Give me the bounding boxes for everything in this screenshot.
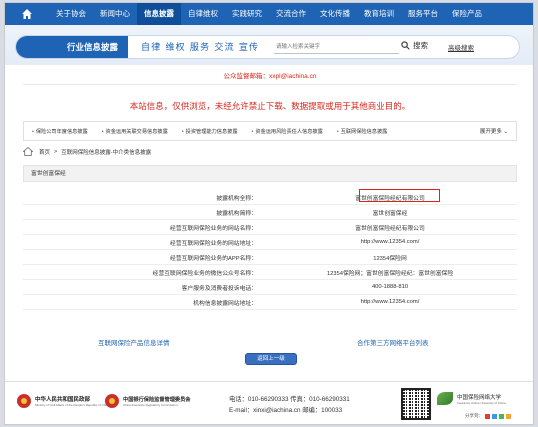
highlight-box xyxy=(359,189,440,202)
row-value: 400-1888-810 xyxy=(371,284,409,290)
expand-more-link[interactable]: 展开更多 ⌄ xyxy=(480,127,516,135)
expand-more-label: 展开更多 xyxy=(479,129,502,135)
cbirc-logo[interactable]: 中国银行保险监督管理委员会 China Insurance Regulatory… xyxy=(105,394,190,408)
org-name-en: Insurance Online University of China xyxy=(457,400,506,405)
breadcrumb-home[interactable]: 首页 xyxy=(39,148,50,156)
nav-item-disclosure[interactable]: 信息披露 xyxy=(137,3,181,25)
row-label: 经营互联网保险业务的网站地址： xyxy=(170,240,257,247)
section-title: 行业信息披露 xyxy=(16,36,128,58)
search-input[interactable] xyxy=(274,41,399,54)
wechat-icon[interactable] xyxy=(499,413,504,419)
row-label: 经营互联网保险业务的微信公众号名称： xyxy=(152,270,257,277)
more-share-icon[interactable] xyxy=(506,413,511,419)
nav-item-about[interactable]: 关于协会 xyxy=(49,3,93,25)
detail-row: 客户服务及消费者投诉电话： 400-1888-810 xyxy=(23,280,517,295)
detail-row: 披露机构简称： 富世创富保经 xyxy=(23,205,517,220)
category-link[interactable]: 资金运用风险责任人信息披露 xyxy=(238,128,322,135)
category-bar: 保险公司年度信息披露 资金运用关联交易信息披露 投资管理能力信息披露 资金运用风… xyxy=(23,121,517,141)
advanced-search-link[interactable]: 高级搜索 xyxy=(448,42,474,52)
nav-item-products[interactable]: 保险产品 xyxy=(445,3,489,25)
online-university-logo[interactable]: 中国保险网络大学 Insurance Online University of … xyxy=(437,392,506,405)
nav-item-culture[interactable]: 文化传播 xyxy=(313,3,357,25)
row-value: 富世创富保险经纪有限公司 xyxy=(355,225,425,232)
qr-code-icon xyxy=(401,388,431,420)
panel-title: 富世创富保经 xyxy=(23,165,517,182)
share-label: 分享到： xyxy=(465,413,483,418)
row-value: 12354保险网 xyxy=(373,255,407,262)
nav-item-training[interactable]: 教育培训 xyxy=(357,3,401,25)
mca-logo[interactable]: 中华人民共和国民政部 Ministry of Civil Affairs of … xyxy=(17,394,109,408)
home-button[interactable] xyxy=(5,3,49,25)
nav-item-service[interactable]: 服务平台 xyxy=(401,3,445,25)
row-value: http://www.12354.com/ xyxy=(360,239,420,245)
leaf-logo-icon xyxy=(437,392,453,405)
row-value: 12354保险网；富世创富保险经纪：富世创富保险 xyxy=(326,270,454,277)
nav-item-news[interactable]: 新闻中心 xyxy=(93,3,137,25)
row-label: 机构信息披露网站地址： xyxy=(193,300,257,307)
row-value: http://www.12354.com/ xyxy=(360,299,420,305)
nav-item-cooperation[interactable]: 交流合作 xyxy=(269,3,313,25)
national-emblem-icon xyxy=(105,394,119,408)
org-name-en: China Insurance Regulatory Commission xyxy=(123,402,178,407)
nav-item-research[interactable]: 实践研究 xyxy=(225,3,269,25)
national-emblem-icon xyxy=(17,394,31,408)
third-party-platforms-link[interactable]: 合作第三方网络平台列表 xyxy=(357,337,429,347)
detail-row: 披露机构全称： 富世创富保险经纪有限公司 xyxy=(23,190,517,205)
row-label: 经营互联网保险业务的网站名称： xyxy=(170,225,257,232)
divider xyxy=(23,84,517,85)
share-bar: 分享到： xyxy=(465,413,511,419)
back-button[interactable]: 返回上一级 xyxy=(245,353,297,365)
breadcrumb-separator: > xyxy=(54,148,58,155)
weibo-icon[interactable] xyxy=(485,413,490,419)
org-name-en: Ministry of Civil Affairs of the People'… xyxy=(35,403,110,407)
row-label: 披露机构全称： xyxy=(216,195,257,202)
detail-row: 经营互联网保险业务的微信公众号名称： 12354保险网；富世创富保险经纪：富世创富… xyxy=(23,265,517,280)
nav-item-self-regulation[interactable]: 自律维权 xyxy=(181,3,225,25)
row-value: 富世创富保经 xyxy=(372,210,408,217)
product-details-link[interactable]: 互联网保险产品信息详情 xyxy=(98,337,170,347)
header-band: 行业信息披露 自律 维权 服务 交流 宣传 搜索 高级搜索 xyxy=(5,25,533,65)
chevron-down-icon: ⌄ xyxy=(503,129,508,135)
search-icon xyxy=(401,41,410,50)
detail-row: 经营互联网保险业务的APP名称： 12354保险网 xyxy=(23,250,517,265)
breadcrumb-current[interactable]: 互联网保险信息披露-中介类信息披露 xyxy=(61,148,151,156)
category-link[interactable]: 资金运用关联交易信息披露 xyxy=(88,128,168,135)
supervision-email-notice: 公众监督邮箱：xxpl@iachina.cn xyxy=(223,73,317,80)
detail-row: 机构信息披露网站地址： http://www.12354.com/ xyxy=(23,295,517,310)
qzone-icon[interactable] xyxy=(492,413,497,419)
row-label: 披露机构简称： xyxy=(216,210,257,217)
contact-info: 电话：010-66290333 传真：010-66290331 E-mail：x… xyxy=(229,394,350,416)
org-name: 中华人民共和国民政部 xyxy=(35,397,91,403)
row-label: 客户服务及消费者投诉电话： xyxy=(181,285,257,292)
category-link[interactable]: 投资管理能力信息披露 xyxy=(168,128,238,135)
slogan: 自律 维权 服务 交流 宣传 xyxy=(141,43,260,53)
category-link[interactable]: 保险公司年度信息披露 xyxy=(24,128,88,135)
detail-row: 经营互联网保险业务的网站地址： http://www.12354.com/ xyxy=(23,235,517,250)
contact-email: E-mail：xinxi@iachina.cn 邮编：100033 xyxy=(229,407,343,414)
main-nav: 关于协会 新闻中心 信息披露 自律维权 实践研究 交流合作 文化传播 教育培训 … xyxy=(5,3,533,25)
category-link[interactable]: 互联网保险信息披露 xyxy=(323,128,388,135)
contact-phone: 电话：010-66290333 传真：010-66290331 xyxy=(229,396,350,403)
disclosure-panel: 富世创富保经 披露机构全称： 富世创富保险经纪有限公司 披露机构简称： 富世创富保经… xyxy=(23,165,517,325)
home-icon xyxy=(22,9,32,19)
usage-warning: 本站信息，仅供浏览，未经允许禁止下载、数据提取或用于其他商业目的。 xyxy=(129,101,411,111)
org-name: 中国保险网络大学 xyxy=(457,394,502,401)
header-bar: 行业信息披露 自律 维权 服务 交流 宣传 搜索 高级搜索 xyxy=(15,35,520,59)
search-button[interactable]: 搜索 xyxy=(401,40,428,51)
detail-row: 经营互联网保险业务的网站名称： 富世创富保险经纪有限公司 xyxy=(23,220,517,235)
org-name: 中国银行保险监督管理委员会 xyxy=(123,396,191,403)
footer: 中华人民共和国民政部 Ministry of Civil Affairs of … xyxy=(5,381,533,424)
page: 关于协会 新闻中心 信息披露 自律维权 实践研究 交流合作 文化传播 教育培训 … xyxy=(4,2,534,425)
row-label: 经营互联网保险业务的APP名称： xyxy=(170,255,257,262)
detail-rows: 披露机构全称： 富世创富保险经纪有限公司 披露机构简称： 富世创富保经 经营互联网保… xyxy=(23,190,517,310)
search-label: 搜索 xyxy=(413,41,428,50)
home-icon xyxy=(23,147,33,156)
breadcrumb: 首页 > 互联网保险信息披露-中介类信息披露 xyxy=(23,147,151,156)
